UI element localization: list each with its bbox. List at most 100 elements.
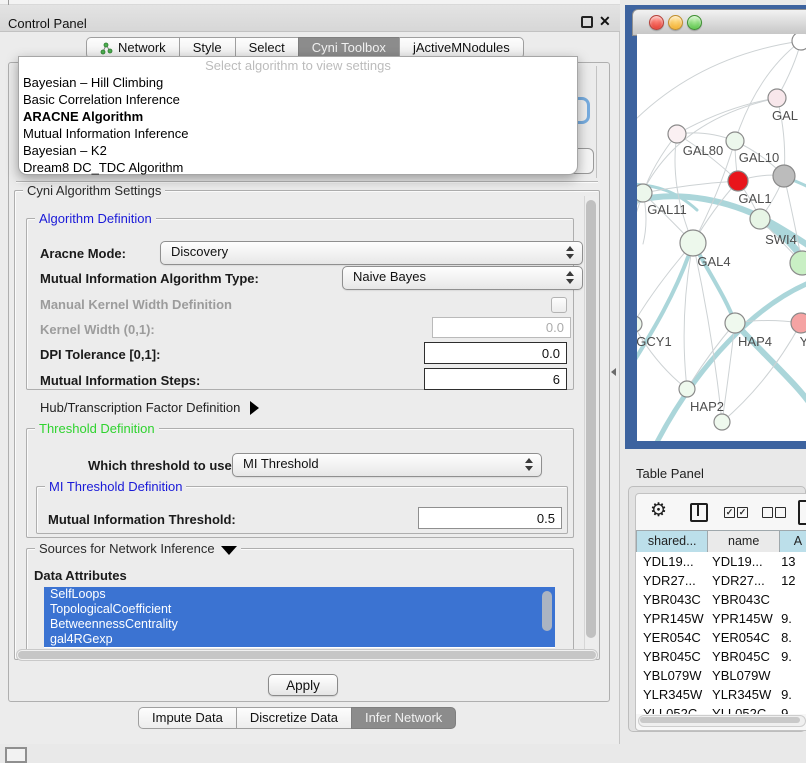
column-header[interactable]: shared... xyxy=(636,530,708,554)
network-node[interactable] xyxy=(773,165,795,187)
table-cell[interactable]: YLR345W xyxy=(636,685,705,704)
sources-title[interactable]: Sources for Network Inference xyxy=(35,541,241,556)
table-row[interactable]: YBL079WYBL079W xyxy=(636,666,806,685)
which-threshold-combo[interactable]: MI Threshold xyxy=(232,453,542,477)
list-item[interactable]: BetweennessCentrality xyxy=(44,617,555,632)
network-node[interactable] xyxy=(726,132,744,150)
table-cell[interactable]: 9. xyxy=(774,647,806,666)
table-cell[interactable]: YLL052C xyxy=(636,704,705,714)
list-item[interactable]: gal4RGexp xyxy=(44,632,555,647)
table-cell[interactable]: YBR045C xyxy=(636,647,705,666)
hide-columns-icon[interactable] xyxy=(762,507,773,518)
show-columns-icon[interactable]: ✓ xyxy=(724,507,735,518)
table-row[interactable]: YPR145WYPR145W9. xyxy=(636,609,806,628)
column-header[interactable]: name xyxy=(707,530,779,554)
algorithm-option-selected[interactable]: ARACNE Algorithm xyxy=(19,108,577,125)
hub-definition-toggle[interactable]: Hub/Transcription Factor Definition xyxy=(40,400,259,415)
network-edge[interactable] xyxy=(643,134,677,193)
close-icon[interactable]: ✕ xyxy=(599,13,611,30)
zoom-traffic-light[interactable] xyxy=(687,15,702,30)
table-cell[interactable]: YBR045C xyxy=(705,647,774,666)
network-node[interactable] xyxy=(680,230,706,256)
network-node[interactable] xyxy=(714,414,730,430)
scrollbar-thumb[interactable] xyxy=(18,651,596,659)
column-header[interactable]: A xyxy=(779,530,806,554)
list-item[interactable]: SelfLoops xyxy=(44,587,555,602)
panel-divider-grip[interactable] xyxy=(611,368,616,376)
table-row[interactable]: YLR345WYLR345W9. xyxy=(636,685,806,704)
float-window-icon[interactable] xyxy=(581,16,593,28)
table-cell[interactable]: 13 xyxy=(774,552,806,571)
network-node[interactable] xyxy=(637,184,652,202)
table-row[interactable]: YBR045CYBR045C9. xyxy=(636,647,806,666)
tab-discretize-data[interactable]: Discretize Data xyxy=(236,707,351,729)
table-cell[interactable] xyxy=(774,666,806,685)
network-view[interactable]: GALGAL80GAL10GAL1GAL11SWI4GAL4GCY1HAP4YH… xyxy=(637,34,806,441)
network-node[interactable] xyxy=(790,251,806,275)
minimize-traffic-light[interactable] xyxy=(668,15,683,30)
close-traffic-light[interactable] xyxy=(649,15,664,30)
list-scrollbar-thumb[interactable] xyxy=(542,591,552,631)
table-cell[interactable]: 9. xyxy=(774,704,806,714)
network-node[interactable] xyxy=(768,89,786,107)
table-cell[interactable] xyxy=(774,590,806,609)
table-row[interactable]: YBR043CYBR043C xyxy=(636,590,806,609)
algorithm-option[interactable]: Dream8 DC_TDC Algorithm xyxy=(19,159,577,176)
list-item[interactable]: TopologicalCoefficient xyxy=(44,602,555,617)
table-row[interactable]: YDL19...YDL19...13 xyxy=(636,552,806,571)
tab-infer-network[interactable]: Infer Network xyxy=(351,707,456,729)
table-horizontal-scrollbar[interactable] xyxy=(638,715,806,727)
network-node[interactable] xyxy=(750,209,770,229)
table-cell[interactable]: 8. xyxy=(774,628,806,647)
scrollbar-thumb[interactable] xyxy=(640,717,800,723)
algorithm-option[interactable]: Bayesian – K2 xyxy=(19,142,577,159)
network-canvas[interactable]: GALGAL80GAL10GAL1GAL11SWI4GAL4GCY1HAP4YH… xyxy=(637,34,806,441)
mi-steps-input[interactable] xyxy=(424,368,567,390)
table-cell[interactable]: 12 xyxy=(774,571,806,590)
new-table-icon[interactable] xyxy=(798,500,806,525)
network-edge[interactable] xyxy=(677,98,777,134)
settings-vertical-scrollbar[interactable] xyxy=(584,196,597,654)
table-row[interactable]: YLL052CYLL052C9. xyxy=(636,704,806,714)
aracne-mode-combo[interactable]: Discovery xyxy=(160,241,583,265)
gear-icon[interactable]: ⚙ xyxy=(650,500,667,522)
table-cell[interactable]: YER054C xyxy=(636,628,705,647)
table-cell[interactable]: YDL19... xyxy=(705,552,774,571)
network-node[interactable] xyxy=(637,316,642,332)
network-node[interactable] xyxy=(792,34,806,50)
table-cell[interactable]: YBR043C xyxy=(705,590,774,609)
dpi-tolerance-input[interactable] xyxy=(424,342,567,364)
show-columns-icon[interactable]: ✓ xyxy=(737,507,748,518)
table-cell[interactable]: YLL052C xyxy=(705,704,774,714)
network-edge[interactable] xyxy=(735,41,801,141)
mi-type-combo[interactable]: Naive Bayes xyxy=(342,266,583,290)
network-node[interactable] xyxy=(668,125,686,143)
algorithm-option[interactable]: Mutual Information Inference xyxy=(19,125,577,142)
table-row[interactable]: YDR27...YDR27...12 xyxy=(636,571,806,590)
network-node[interactable] xyxy=(791,313,806,333)
table-cell[interactable]: 9. xyxy=(774,685,806,704)
network-node[interactable] xyxy=(725,313,745,333)
settings-horizontal-scrollbar[interactable] xyxy=(16,649,598,661)
split-view-icon[interactable] xyxy=(690,503,708,522)
manual-kernel-checkbox[interactable] xyxy=(551,297,567,313)
kernel-width-input[interactable] xyxy=(432,317,571,338)
algorithm-option[interactable]: Bayesian – Hill Climbing xyxy=(19,74,577,91)
algorithm-option[interactable]: Basic Correlation Inference xyxy=(19,91,577,108)
table-cell[interactable]: YBL079W xyxy=(705,666,774,685)
network-window-titlebar[interactable] xyxy=(632,9,806,36)
apply-button[interactable]: Apply xyxy=(268,674,338,696)
docked-panel-icon[interactable] xyxy=(5,747,27,763)
hide-columns-icon[interactable] xyxy=(775,507,786,518)
table-cell[interactable]: YBL079W xyxy=(636,666,705,685)
table-cell[interactable]: YPR145W xyxy=(705,609,774,628)
table-cell[interactable]: YDR27... xyxy=(636,571,705,590)
table-cell[interactable]: YDL19... xyxy=(636,552,705,571)
network-node[interactable] xyxy=(679,381,695,397)
table-cell[interactable]: YER054C xyxy=(705,628,774,647)
table-cell[interactable]: YBR043C xyxy=(636,590,705,609)
table-cell[interactable]: YDR27... xyxy=(705,571,774,590)
table-cell[interactable]: YLR345W xyxy=(705,685,774,704)
scrollbar-thumb[interactable] xyxy=(586,200,596,638)
network-node[interactable] xyxy=(728,171,748,191)
